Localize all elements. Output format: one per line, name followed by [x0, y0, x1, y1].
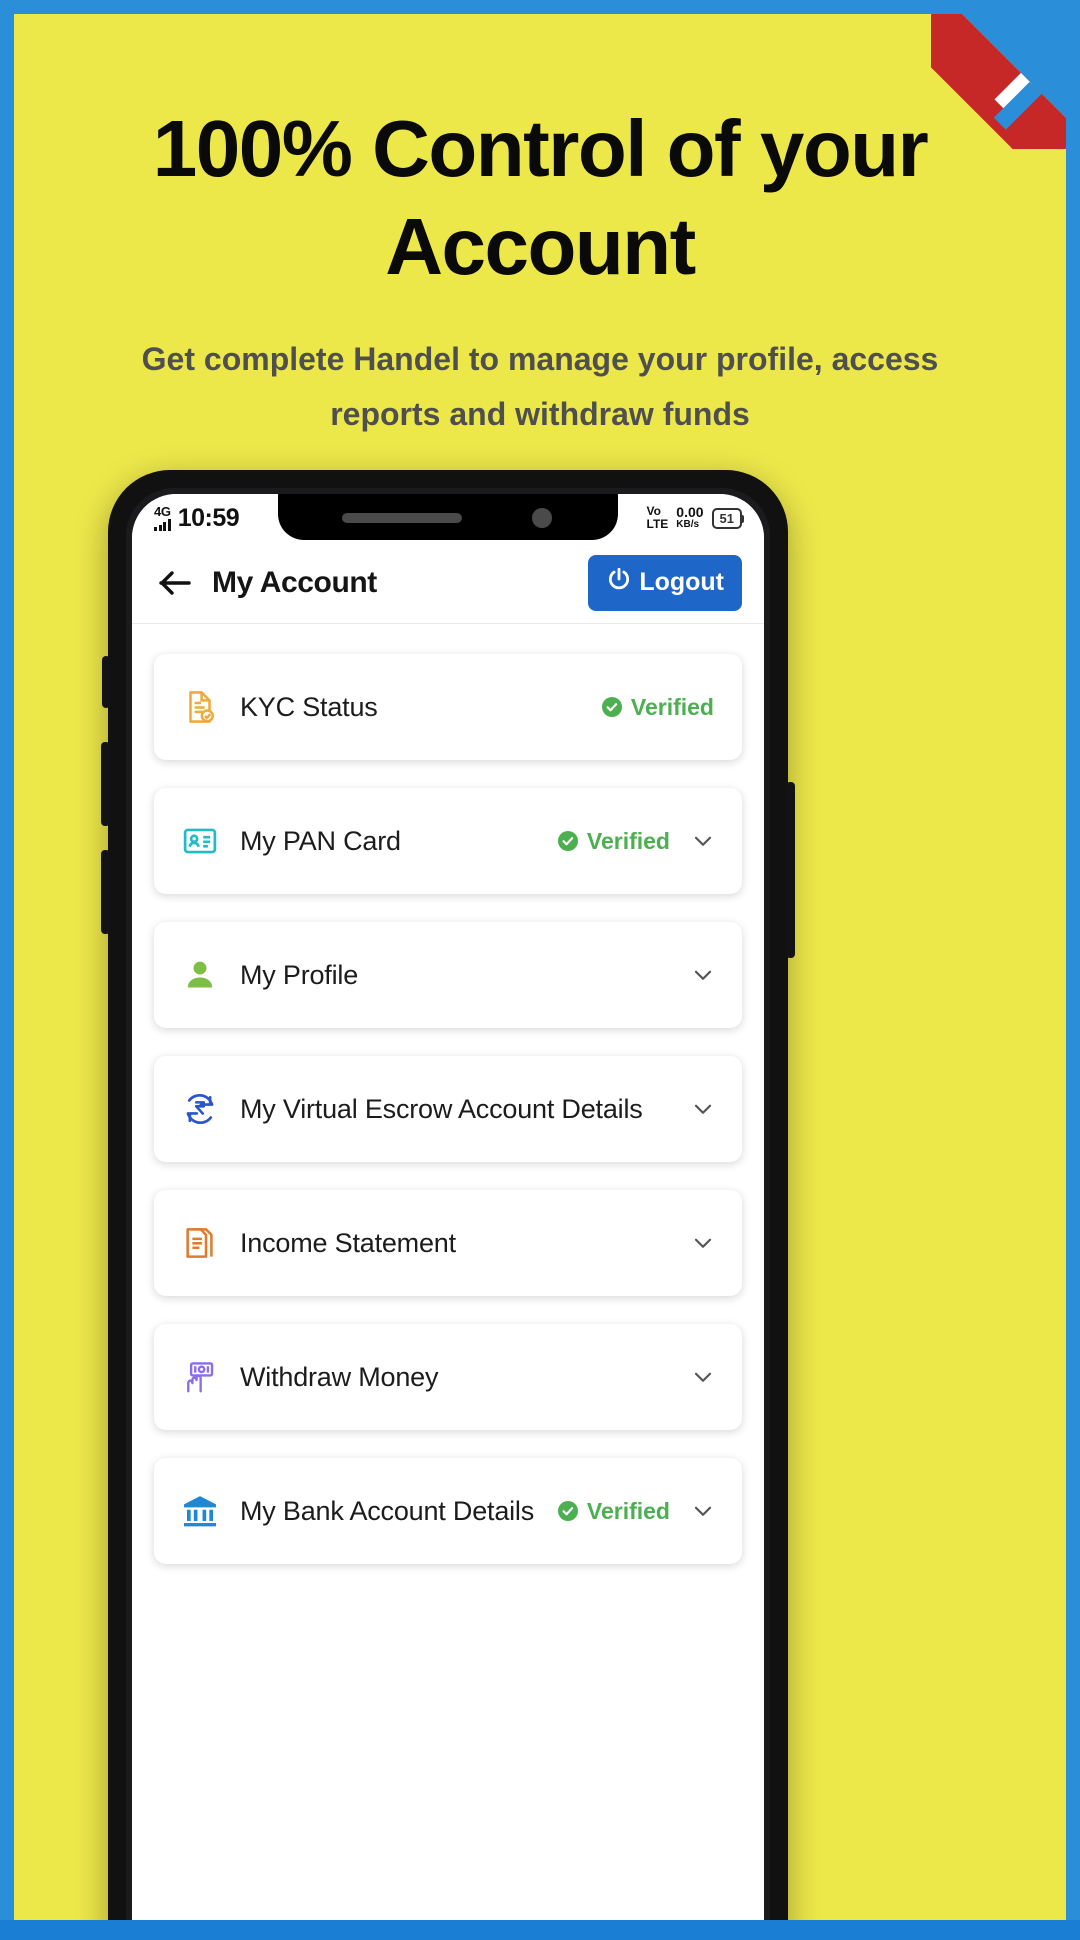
kyc-document-icon [178, 688, 222, 726]
list-item-label: My Bank Account Details [240, 1496, 556, 1527]
app-bar: My Account Logout [132, 542, 764, 624]
phone-mockup: 4G 10:59 Vo LTE 0.00 [108, 470, 788, 1940]
status-bar: 4G 10:59 Vo LTE 0.00 [132, 494, 764, 542]
list-item-my-profile[interactable]: My Profile [154, 922, 742, 1028]
data-rate-indicator: 0.00 KB/s [676, 505, 703, 530]
chevron-down-icon[interactable] [688, 1096, 718, 1122]
list-item-bank-account-details[interactable]: My Bank Account Details Verified [154, 1458, 742, 1564]
logout-label: Logout [639, 568, 724, 597]
status-badge: Verified [556, 828, 670, 855]
yellow-panel: 100% Control of your Account Get complet… [14, 14, 1066, 1920]
page-title: My Account [212, 566, 588, 600]
status-bar-right: Vo LTE 0.00 KB/s 51 [647, 505, 743, 530]
earpiece-speaker-icon [342, 513, 462, 523]
phone-screen: 4G 10:59 Vo LTE 0.00 [132, 494, 764, 1940]
data-rate-unit: KB/s [676, 520, 703, 531]
chevron-down-icon[interactable] [688, 828, 718, 854]
data-rate-value: 0.00 [676, 505, 703, 520]
status-label: Verified [587, 1498, 670, 1525]
list-item-income-statement[interactable]: Income Statement [154, 1190, 742, 1296]
list-item-virtual-escrow-account[interactable]: My Virtual Escrow Account Details [154, 1056, 742, 1162]
list-item-label: Withdraw Money [240, 1362, 674, 1393]
status-badge: Verified [556, 1498, 670, 1525]
list-item-label: My Virtual Escrow Account Details [240, 1094, 674, 1125]
statement-icon [178, 1224, 222, 1262]
list-item-label: KYC Status [240, 692, 600, 723]
phone-button-volume-down [101, 850, 110, 934]
power-icon [606, 566, 632, 599]
volte-line-2: LTE [647, 518, 669, 531]
rupee-refresh-icon [178, 1090, 222, 1128]
person-icon [178, 957, 222, 993]
id-card-icon [178, 822, 222, 860]
list-item-label: My PAN Card [240, 826, 556, 857]
list-item-kyc-status[interactable]: KYC Status Verified [154, 654, 742, 760]
list-item-my-pan-card[interactable]: My PAN Card Verified [154, 788, 742, 894]
account-options-list: KYC Status Verified My PAN Card [132, 624, 764, 1564]
battery-icon: 51 [712, 508, 742, 529]
chevron-down-icon[interactable] [688, 962, 718, 988]
status-badge: Verified [600, 694, 714, 721]
logout-button[interactable]: Logout [588, 555, 742, 611]
volte-icon: Vo LTE [647, 505, 669, 530]
status-label: Verified [587, 828, 670, 855]
page-headline: 100% Control of your Account [14, 100, 1066, 295]
status-label: Verified [631, 694, 714, 721]
chevron-down-icon[interactable] [688, 1498, 718, 1524]
list-item-label: My Profile [240, 960, 674, 991]
phone-bezel: 4G 10:59 Vo LTE 0.00 [126, 488, 770, 1940]
cash-hand-icon [178, 1358, 222, 1396]
status-bar-clock: 10:59 [178, 504, 239, 533]
chevron-down-icon[interactable] [688, 1364, 718, 1390]
bank-icon [178, 1492, 222, 1530]
phone-button-volume-up [101, 742, 110, 826]
banner-frame: 100% Control of your Account Get complet… [0, 0, 1080, 1920]
status-bar-left: 4G 10:59 [154, 504, 239, 533]
phone-notch [278, 494, 618, 540]
chevron-down-icon[interactable] [688, 1230, 718, 1256]
network-type-label: 4G [154, 505, 171, 518]
front-camera-icon [532, 508, 552, 528]
page-subtitle: Get complete Handel to manage your profi… [14, 332, 1066, 442]
network-indicator: 4G [154, 505, 171, 531]
list-item-label: Income Statement [240, 1228, 674, 1259]
back-arrow-icon[interactable] [154, 561, 198, 605]
phone-button-mute [102, 656, 110, 708]
signal-bars-icon [154, 519, 171, 531]
phone-button-power [786, 782, 795, 958]
list-item-withdraw-money[interactable]: Withdraw Money [154, 1324, 742, 1430]
